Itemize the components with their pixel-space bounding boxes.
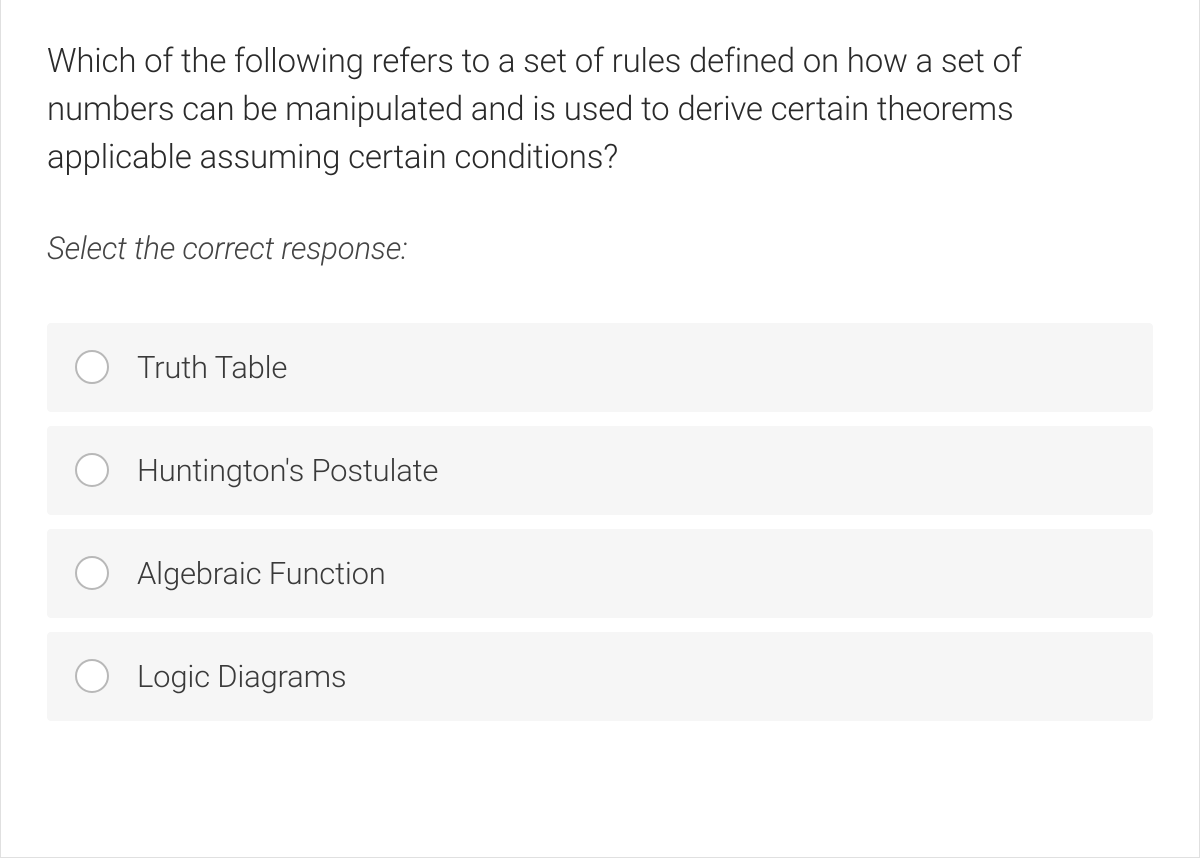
option-label: Algebraic Function — [137, 555, 386, 592]
radio-icon — [75, 453, 109, 487]
option-label: Huntington's Postulate — [137, 452, 438, 489]
instruction-text: Select the correct response: — [47, 230, 1153, 267]
option-label: Truth Table — [137, 349, 287, 386]
option-logic-diagrams[interactable]: Logic Diagrams — [47, 632, 1153, 721]
option-algebraic-function[interactable]: Algebraic Function — [47, 529, 1153, 618]
option-huntingtons-postulate[interactable]: Huntington's Postulate — [47, 426, 1153, 515]
option-truth-table[interactable]: Truth Table — [47, 323, 1153, 412]
question-container: Which of the following refers to a set o… — [0, 0, 1200, 858]
option-label: Logic Diagrams — [137, 658, 346, 695]
radio-icon — [75, 556, 109, 590]
radio-icon — [75, 350, 109, 384]
radio-icon — [75, 659, 109, 693]
question-text: Which of the following refers to a set o… — [47, 38, 1153, 182]
options-list: Truth Table Huntington's Postulate Algeb… — [47, 323, 1153, 721]
